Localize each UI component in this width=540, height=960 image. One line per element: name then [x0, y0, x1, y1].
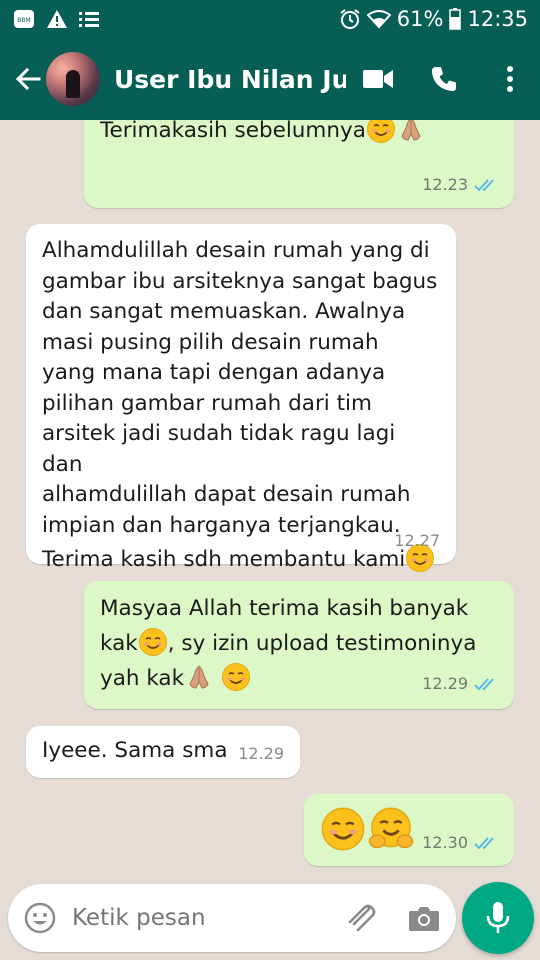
message-text-closing: Terima kasih sdh membantu kami — [42, 544, 440, 576]
chat-area[interactable]: Terimakasih sebelumnya 12.23 Alhamdulill… — [0, 120, 540, 880]
more-options-button[interactable] — [488, 57, 532, 101]
more-vert-icon — [507, 66, 513, 92]
video-call-icon — [363, 70, 393, 88]
attach-icon — [348, 904, 376, 932]
list-icon — [78, 9, 100, 29]
chat-header: User Ibu Nilan Ju... — [0, 38, 540, 120]
camera-icon — [409, 907, 439, 931]
voice-call-button[interactable] — [422, 57, 466, 101]
message-text: Alhamdulillah desain rumah yang di gamba… — [42, 238, 438, 538]
message-meta: 12.30 — [422, 828, 498, 859]
voice-record-button[interactable] — [462, 882, 534, 954]
bbm-icon: BBM — [12, 8, 36, 30]
smiling-face-emoji-icon — [138, 628, 167, 656]
input-actions — [344, 903, 440, 933]
alarm-icon — [339, 8, 361, 30]
back-button[interactable] — [6, 57, 50, 101]
header-actions — [356, 57, 532, 101]
message-outgoing[interactable]: Terimakasih sebelumnya 12.23 — [84, 120, 514, 208]
message-time: 12.29 — [238, 743, 284, 763]
warning-icon — [46, 9, 68, 29]
wifi-icon — [366, 9, 391, 29]
smiling-face-emoji-icon — [321, 807, 365, 851]
message-incoming[interactable]: Alhamdulillah desain rumah yang di gamba… — [26, 224, 456, 572]
smiling-face-emoji-icon — [366, 120, 395, 143]
camera-button[interactable] — [408, 904, 440, 932]
status-left: BBM — [12, 8, 100, 30]
message-outgoing[interactable]: 12.30 — [304, 794, 514, 866]
status-right: 61% 12:35 — [339, 7, 528, 31]
folded-hands-emoji-icon — [189, 665, 209, 689]
message-input-bar — [8, 884, 456, 952]
read-double-check-icon — [474, 179, 494, 192]
emoji-button[interactable] — [24, 902, 56, 934]
contact-name[interactable]: User Ibu Nilan Ju... — [114, 65, 346, 94]
message-time: 12.27 — [394, 530, 440, 550]
message-time: 12.30 — [422, 832, 468, 852]
phone-icon — [432, 67, 456, 91]
emoji-icon — [24, 902, 56, 934]
svg-text:BBM: BBM — [17, 17, 30, 24]
read-double-check-icon — [474, 677, 494, 690]
battery-percent: 61% — [396, 7, 444, 31]
message-meta: 12.27 — [394, 526, 440, 557]
message-time: 12.23 — [422, 174, 468, 194]
video-call-button[interactable] — [356, 57, 400, 101]
read-double-check-icon — [474, 837, 494, 850]
battery-icon — [449, 8, 462, 30]
message-text: Terimakasih sebelumnya — [100, 120, 498, 147]
contact-avatar[interactable] — [46, 52, 100, 106]
smiling-face-emoji-icon — [221, 663, 250, 691]
mic-icon — [486, 902, 510, 933]
message-meta: 12.29 — [422, 666, 498, 701]
message-meta: 12.23 — [422, 170, 498, 201]
status-bar: BBM 61% 12:35 — [0, 0, 540, 38]
message-time: 12.29 — [422, 674, 468, 693]
message-outgoing[interactable]: Masyaa Allah terima kasih banyak kak, sy… — [84, 581, 514, 709]
hugging-face-emoji-icon — [368, 807, 414, 849]
folded-hands-emoji-icon — [401, 120, 421, 141]
attach-button[interactable] — [344, 903, 378, 933]
back-arrow-icon — [15, 67, 41, 91]
message-incoming[interactable]: Iyeee. Sama sma 12.29 — [26, 726, 300, 778]
message-input[interactable] — [70, 904, 304, 932]
message-meta: 12.29 — [238, 739, 284, 770]
status-time: 12:35 — [467, 7, 528, 31]
